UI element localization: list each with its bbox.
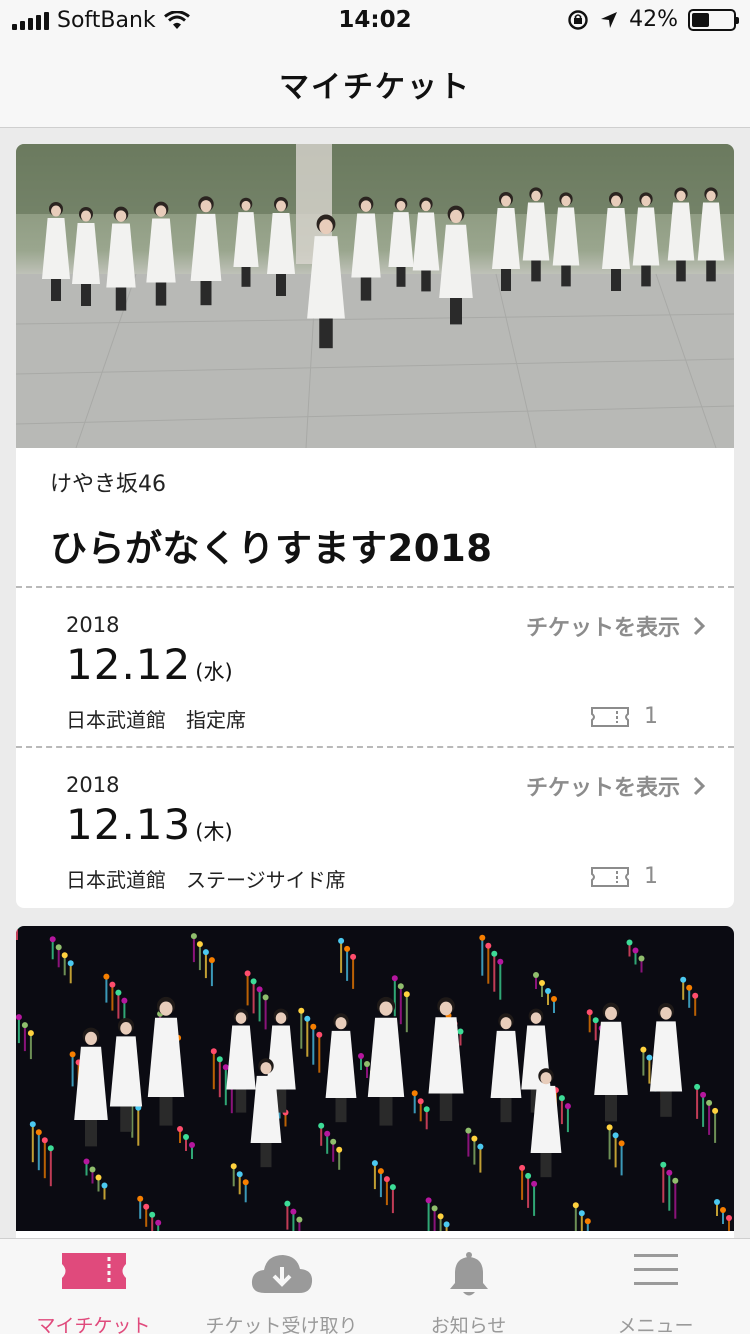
ticket-date-row[interactable]: 2018 12.13 (木) 日本武道館 ステージサイド席 チケットを表示 1 [16,746,734,906]
tab-label: マイチケット [36,1315,151,1334]
ticket-icon [61,1253,126,1289]
event-date-value: 12.13 [66,800,192,849]
venue-seat: 日本武道館 ステージサイド席 [66,868,346,892]
event-weekday: (水) [195,660,233,684]
tab-bar: マイチケット チケット受け取り お知らせ メニュー [0,1238,750,1334]
event-year: 2018 [66,613,120,637]
chevron-right-icon [693,616,706,636]
cloud-download-icon [251,1255,312,1293]
show-ticket-label: チケットを表示 [525,616,680,641]
tab-ticket-receive[interactable]: チケット受け取り [188,1239,375,1334]
ticket-date-row[interactable]: 2018 12.12 (水) 日本武道館 指定席 チケットを表示 1 [16,586,734,746]
event-title: ひらがなくりすます2018 [50,527,493,570]
event-card[interactable]: けやき坂46 ひらがなくりすます2018 2018 12.12 (水) 日本武道館… [16,144,734,908]
tab-notices[interactable]: お知らせ [375,1239,562,1334]
menu-icon [633,1254,678,1285]
tab-label: お知らせ [430,1315,507,1334]
battery-icon [688,8,739,31]
tab-label: チケット受け取り [205,1315,358,1334]
event-weekday: (木) [195,820,233,844]
show-ticket-link[interactable]: チケットを表示 [526,610,706,642]
ticket-outline-icon [591,866,629,887]
ticket-count: 1 [590,864,658,889]
bell-icon [449,1252,488,1296]
event-card[interactable] [16,926,734,1246]
chevron-right-icon [693,776,706,796]
event-photo [16,926,734,1231]
venue-seat: 日本武道館 指定席 [66,708,246,732]
event-date: 12.12 (水) [66,640,233,689]
tab-my-tickets[interactable]: マイチケット [0,1239,187,1334]
battery-percent: 42% [629,7,678,32]
event-date-value: 12.12 [66,640,192,689]
event-date: 12.13 (木) [66,800,233,849]
ticket-outline-icon [591,706,629,727]
tab-label: メニュー [617,1315,694,1334]
location-arrow-icon [601,11,618,28]
artist-name: けやき坂46 [50,472,166,497]
ticket-count-value: 1 [644,864,658,889]
event-year: 2018 [66,773,120,797]
show-ticket-link[interactable]: チケットを表示 [526,770,706,802]
status-bar: SoftBank 14:02 42% [0,0,750,40]
event-photo [16,144,734,448]
show-ticket-label: チケットを表示 [525,776,680,801]
status-right: 42% [567,7,739,32]
page-title: マイチケット [279,69,471,105]
navigation-bar: マイチケット [0,40,750,128]
battery-fill [692,12,709,27]
ticket-count-value: 1 [644,704,658,729]
tab-menu[interactable]: メニュー [562,1239,749,1334]
ticket-count: 1 [590,704,658,729]
rotation-lock-icon [568,9,588,30]
